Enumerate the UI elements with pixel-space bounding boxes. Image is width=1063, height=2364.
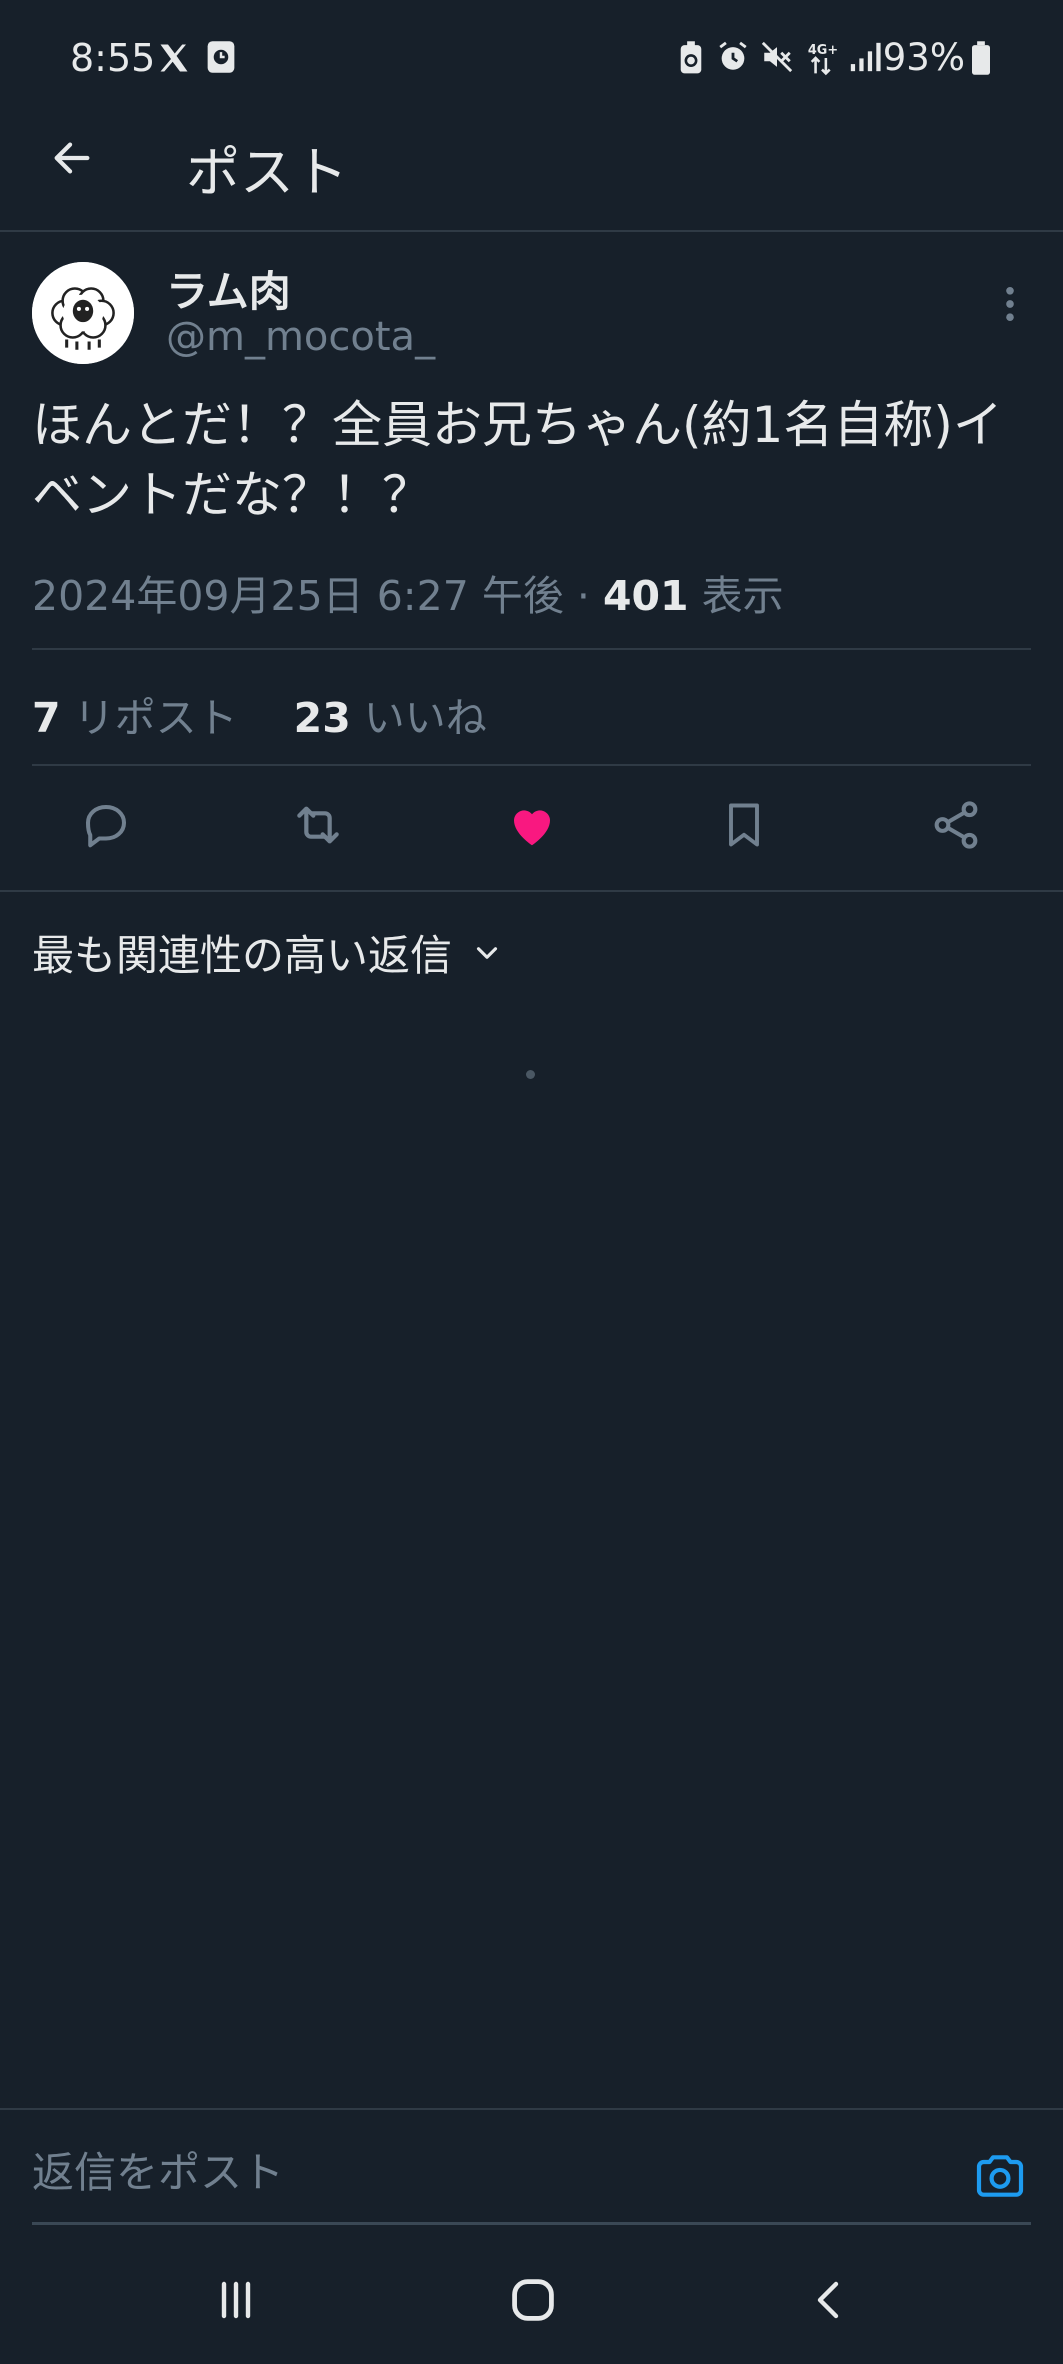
actions-divider (0, 890, 1063, 892)
repost-icon (297, 806, 339, 844)
repost-button[interactable] (288, 795, 348, 855)
bookmark-icon (729, 803, 759, 847)
reposts-count: 7 (32, 694, 61, 742)
reply-sort-label: 最も関連性の高い返信 (32, 931, 453, 980)
more-options-icon[interactable] (992, 282, 1028, 326)
counts-divider (32, 764, 1031, 766)
header-divider (0, 230, 1063, 232)
home-icon (512, 2279, 554, 2321)
display-name[interactable]: ラム肉 (166, 258, 291, 319)
x-logo-icon (160, 44, 188, 72)
avatar[interactable] (32, 262, 134, 364)
bookmark-button[interactable] (714, 795, 774, 855)
recent-apps-icon (221, 2281, 251, 2319)
like-button[interactable] (502, 795, 562, 855)
views-count: 401 (602, 572, 689, 620)
status-time: 8:55 (70, 36, 156, 80)
reply-button[interactable] (76, 795, 136, 855)
alarm-icon (719, 41, 747, 70)
engagement-counts: 7 リポスト 23 いいね (32, 684, 487, 744)
views-label: 表示 (701, 572, 784, 620)
clock-app-icon (207, 41, 235, 73)
svg-text:4G+: 4G+ (808, 43, 838, 58)
heart-filled-icon (514, 810, 550, 846)
reply-icon (85, 804, 127, 848)
reply-sort-dropdown[interactable]: 最も関連性の高い返信 (32, 922, 504, 983)
back-button[interactable] (42, 128, 102, 188)
likes-count: 23 (293, 694, 351, 742)
reposts-label: リポスト (73, 694, 238, 742)
share-button[interactable] (926, 795, 986, 855)
reply-input-underline (32, 2222, 1031, 2225)
reposts-stat[interactable]: 7 リポスト (32, 694, 238, 742)
chevron-down-icon (476, 946, 498, 959)
chevron-left-icon (817, 2281, 839, 2319)
loading-indicator (526, 1070, 535, 1079)
post-date: 2024年09月25日 6:27 午後 (32, 572, 564, 620)
home-button[interactable] (503, 2270, 563, 2330)
likes-label: いいね (363, 694, 487, 742)
mute-icon (761, 41, 793, 73)
user-handle[interactable]: @m_mocota_ (166, 314, 435, 360)
post-text: ほんとだ！？全員お兄ちゃん(約1名自称)イベントだな？！？ (32, 396, 1003, 524)
signal-icon (850, 42, 881, 72)
reply-input[interactable] (32, 2148, 932, 2197)
4g-icon: 4G+ (808, 43, 838, 76)
back-nav-button[interactable] (800, 2270, 860, 2330)
likes-stat[interactable]: 23 いいね (294, 694, 487, 742)
meta-separator: · (563, 572, 603, 620)
battery-icon (972, 41, 990, 75)
page-title: ポスト (186, 141, 348, 204)
post-meta: 2024年09月25日 6:27 午後 · 401 表示 (32, 562, 784, 622)
sheep-avatar-icon (32, 262, 134, 364)
reply-bar-divider (0, 2108, 1063, 2110)
camera-icon[interactable] (972, 2148, 1028, 2204)
meta-divider (32, 648, 1031, 650)
battery-percentage: 93% (882, 36, 965, 79)
share-icon (934, 801, 978, 849)
recent-apps-button[interactable] (206, 2270, 266, 2330)
arrow-left-icon (54, 142, 90, 174)
battery-saver-icon (680, 41, 702, 74)
